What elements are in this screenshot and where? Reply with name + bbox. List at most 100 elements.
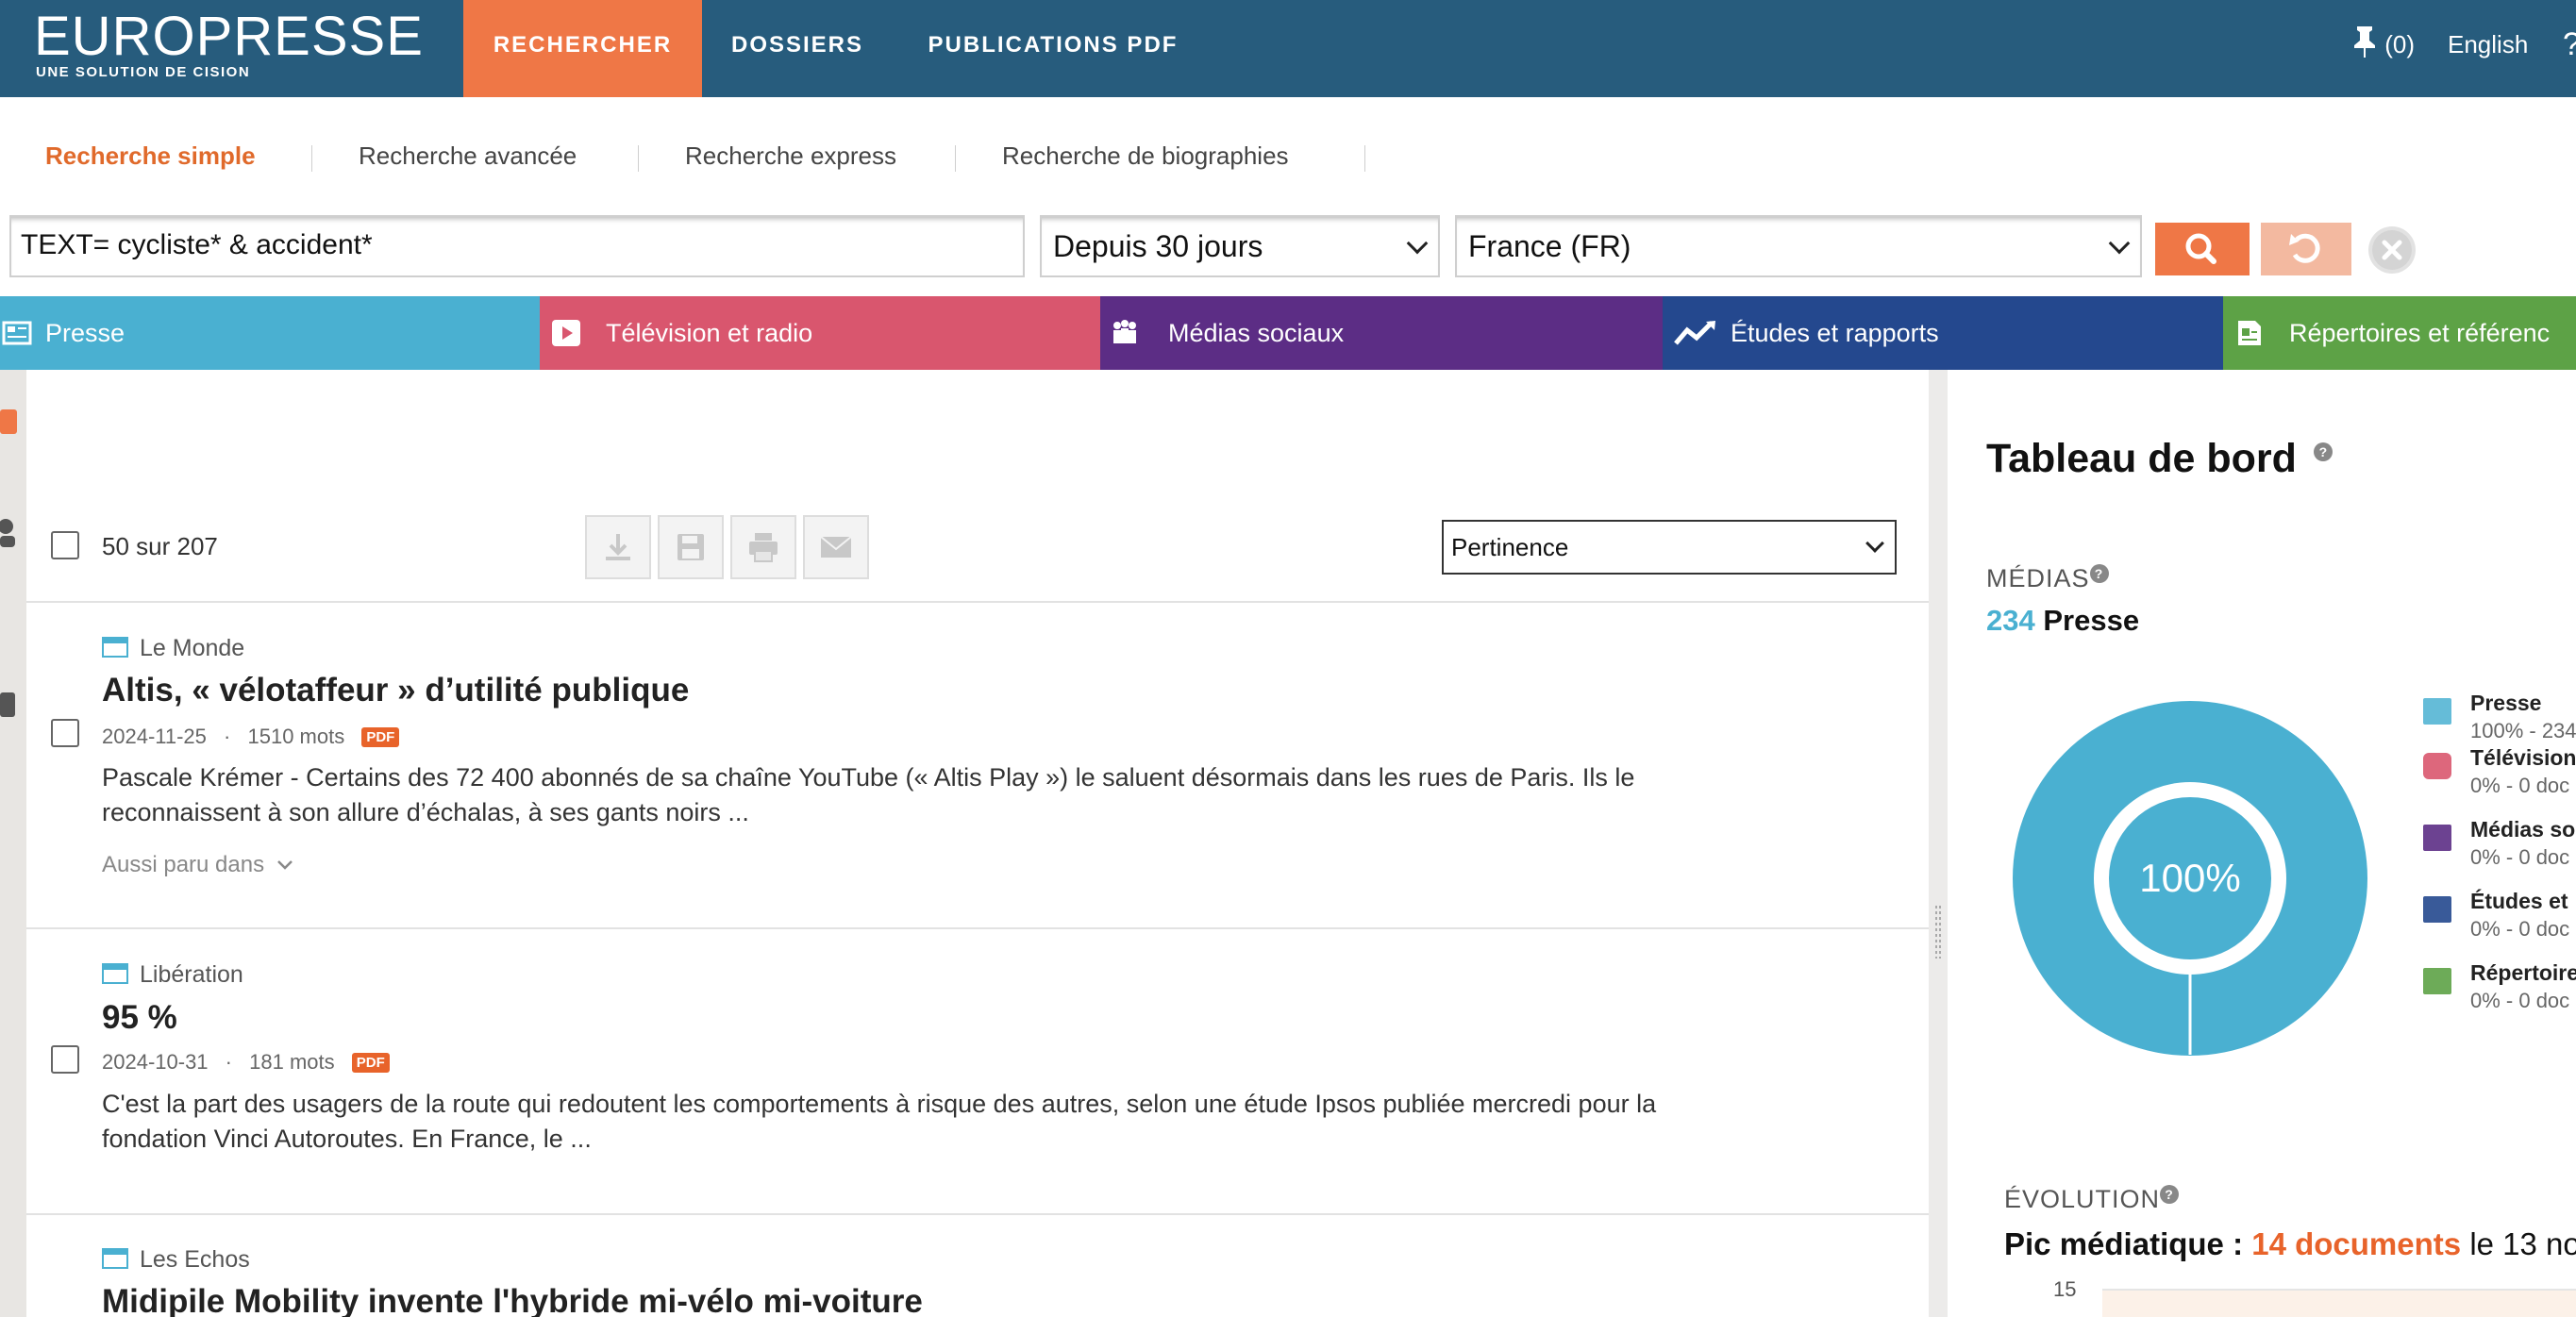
panel-resizer[interactable]	[1929, 370, 1948, 1317]
media-count: 234 Presse	[1986, 604, 2139, 638]
category-etudes-rapports[interactable]: Études et rapports	[1663, 296, 2223, 370]
download-button[interactable]	[585, 515, 651, 579]
document-icon[interactable]	[0, 408, 21, 438]
results-panel	[26, 370, 1929, 1317]
tab-recherche-avancee[interactable]: Recherche avancée	[359, 142, 577, 171]
tab-recherche-express[interactable]: Recherche express	[685, 142, 896, 171]
category-bar: Presse Télévision et radio Médias sociau…	[0, 296, 2576, 370]
save-button[interactable]	[658, 515, 724, 579]
save-icon	[677, 534, 704, 560]
article-source: Les Echos	[102, 1246, 250, 1274]
category-medias-sociaux-label: Médias sociaux	[1168, 319, 1345, 347]
help-icon[interactable]: ?	[2563, 0, 2576, 97]
y-axis-tick: 15	[2053, 1277, 2077, 1301]
period-select[interactable]: Depuis 30 jours	[1040, 215, 1440, 277]
newspaper-icon	[102, 963, 128, 984]
category-medias-sociaux[interactable]: Médias sociaux	[1100, 296, 1663, 370]
newspaper-icon	[102, 1248, 128, 1269]
reset-button[interactable]	[2261, 223, 2351, 275]
briefcase-icon[interactable]	[0, 687, 21, 725]
article-source-name: Le Monde	[140, 635, 245, 661]
trend-icon	[2423, 896, 2451, 923]
chevron-down-icon	[276, 860, 293, 870]
download-icon	[606, 534, 630, 560]
trend-icon	[1674, 321, 1715, 345]
peak-value[interactable]: 14 documents	[2251, 1226, 2461, 1261]
user-icon[interactable]	[0, 517, 21, 555]
divider	[26, 1213, 1929, 1215]
play-icon	[552, 320, 580, 346]
article-title[interactable]: 95 %	[102, 999, 177, 1037]
pinned-button[interactable]: (0)	[2351, 0, 2415, 97]
sort-value: Pertinence	[1451, 533, 1569, 561]
people-icon	[1113, 320, 1136, 343]
evolution-label-text: ÉVOLUTION	[2004, 1185, 2161, 1213]
print-icon	[749, 533, 778, 562]
article-checkbox[interactable]	[51, 719, 79, 747]
pdf-badge[interactable]: PDF	[351, 1053, 390, 1073]
tab-separator	[638, 145, 639, 172]
help-icon[interactable]: ?	[2313, 442, 2333, 461]
newspaper-icon	[102, 637, 128, 658]
article-checkbox[interactable]	[51, 1045, 79, 1074]
article-excerpt: C'est la part des usagers de la route qu…	[102, 1087, 1895, 1157]
category-repertoires[interactable]: Répertoires et référenc	[2223, 296, 2576, 370]
close-icon	[2372, 230, 2412, 270]
logo-text: EUROPRESSE	[34, 6, 424, 67]
nav-dossiers[interactable]: DOSSIERS	[717, 0, 878, 97]
category-television-radio[interactable]: Télévision et radio	[540, 296, 1100, 370]
drag-handle-icon	[1935, 906, 1941, 959]
tab-recherche-simple[interactable]: Recherche simple	[45, 142, 256, 171]
article-date: 2024-10-31	[102, 1050, 209, 1074]
email-button[interactable]	[803, 515, 869, 579]
media-count-number: 234	[1986, 604, 2035, 637]
help-icon[interactable]: ?	[2089, 564, 2109, 583]
legend-item-value: 0% - 0 doc	[2470, 989, 2570, 1012]
evolution-chart-area[interactable]	[2102, 1289, 2576, 1317]
legend-item-name: Médias so	[2470, 817, 2576, 842]
media-donut-chart[interactable]: 100%	[2000, 689, 2380, 1068]
article-excerpt-line: fondation Vinci Autoroutes. En France, l…	[102, 1125, 592, 1153]
legend-item-name: Études et	[2470, 889, 2568, 913]
donut-center-label: 100%	[2139, 856, 2240, 900]
left-side-strip	[0, 370, 26, 1317]
article-source: Le Monde	[102, 635, 244, 662]
search-query-input[interactable]: TEXT= cycliste* & accident*	[9, 215, 1025, 277]
legend-item-value: 100% - 234	[2470, 719, 2576, 742]
article-date: 2024-11-25	[102, 725, 207, 748]
peak-prefix: Pic médiatique :	[2004, 1226, 2244, 1261]
europresse-logo[interactable]: EUROPRESSE UNE SOLUTION DE CISION	[34, 6, 424, 81]
peak-suffix: le 13 no	[2469, 1226, 2576, 1261]
select-all-checkbox[interactable]	[51, 531, 79, 559]
article-excerpt: Pascale Krémer - Certains des 72 400 abo…	[102, 760, 1895, 830]
clear-button[interactable]	[2368, 226, 2416, 274]
chevron-down-icon	[1865, 534, 1884, 553]
sort-select[interactable]: Pertinence	[1442, 520, 1897, 575]
play-icon	[2423, 753, 2451, 779]
legend-item-name: Presse	[2470, 691, 2542, 715]
pdf-badge[interactable]: PDF	[361, 727, 400, 747]
also-published-toggle[interactable]: Aussi paru dans	[102, 852, 293, 878]
nav-publications-pdf[interactable]: PUBLICATIONS PDF	[912, 0, 1195, 97]
pin-icon	[2354, 26, 2375, 58]
article-excerpt-line: C'est la part des usagers de la route qu…	[102, 1090, 1657, 1118]
article-title[interactable]: Altis, « vélotaffeur » d’utilité publiqu…	[102, 672, 689, 709]
language-switch[interactable]: English	[2448, 0, 2528, 97]
region-select[interactable]: France (FR)	[1455, 215, 2142, 277]
article-words: 181 mots	[249, 1050, 335, 1074]
tab-separator	[1364, 145, 1365, 172]
category-presse[interactable]: Presse	[0, 296, 540, 370]
dashboard-title-text: Tableau de bord	[1986, 436, 2297, 481]
divider	[26, 601, 1929, 603]
nav-rechercher[interactable]: RECHERCHER	[463, 0, 702, 97]
print-button[interactable]	[730, 515, 796, 579]
top-header: EUROPRESSE UNE SOLUTION DE CISION RECHER…	[0, 0, 2576, 97]
search-button[interactable]	[2155, 223, 2250, 275]
pin-count: (0)	[2384, 30, 2416, 58]
newspaper-icon	[2, 321, 32, 345]
article-title[interactable]: Midipile Mobility invente l'hybride mi-v…	[102, 1283, 923, 1317]
search-icon	[2185, 233, 2216, 264]
help-icon[interactable]: ?	[2160, 1185, 2180, 1204]
chevron-down-icon	[1406, 232, 1429, 255]
tab-recherche-biographies[interactable]: Recherche de biographies	[1002, 142, 1289, 171]
